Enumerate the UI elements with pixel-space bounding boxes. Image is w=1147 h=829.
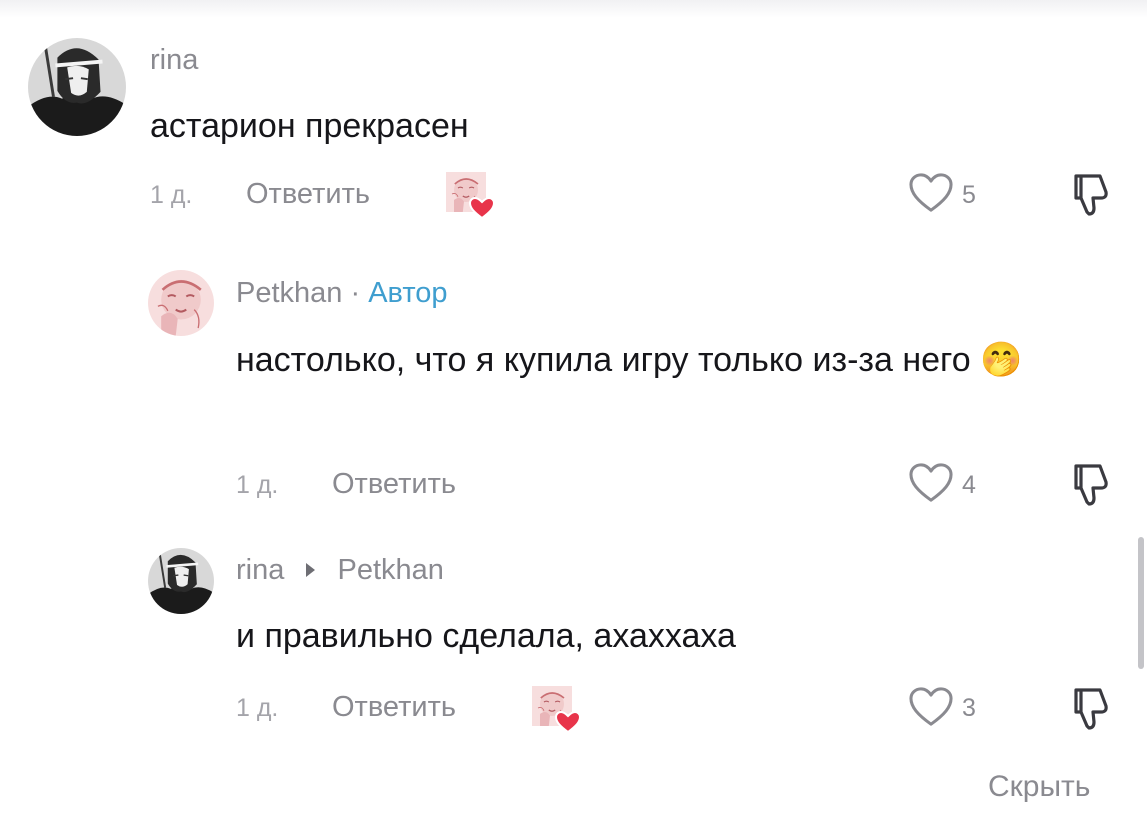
- hand-over-mouth-emoji-icon: 🤭: [980, 341, 1023, 379]
- creator-liked-badge: [530, 684, 582, 736]
- comment-text: астарион прекрасен: [150, 107, 469, 145]
- comment-time: 1 д.: [150, 181, 193, 209]
- creator-heart-icon: [532, 686, 582, 734]
- like-count: 4: [962, 471, 976, 499]
- comment-username[interactable]: rina: [150, 44, 198, 77]
- like-heart-icon[interactable]: [908, 686, 954, 728]
- dislike-icon[interactable]: [1070, 686, 1110, 732]
- dislike-icon[interactable]: [1070, 172, 1110, 218]
- comment-username[interactable]: Petkhan · Автор: [236, 277, 448, 310]
- author-badge: Автор: [368, 277, 448, 309]
- avatar-dark-anime-icon: [28, 38, 126, 136]
- comment-text: и правильно сделала, ахаххаха: [236, 617, 736, 655]
- username-text[interactable]: Petkhan: [236, 277, 342, 309]
- like-count: 3: [962, 694, 976, 722]
- comment-thread: rina астарион прекрасен 1 д. Ответить 5 …: [0, 0, 1147, 829]
- avatar[interactable]: [148, 270, 214, 336]
- like-heart-icon[interactable]: [908, 462, 954, 504]
- dislike-icon[interactable]: [1070, 462, 1110, 508]
- like-heart-icon[interactable]: [908, 172, 954, 214]
- comment-time: 1 д.: [236, 694, 279, 722]
- username-text[interactable]: rina: [236, 554, 284, 586]
- reply-button[interactable]: Ответить: [246, 178, 370, 211]
- avatar[interactable]: [148, 548, 214, 614]
- like-count: 5: [962, 181, 976, 209]
- reply-arrow-icon: [306, 563, 316, 578]
- separator-dot: ·: [350, 277, 361, 309]
- creator-heart-icon: [446, 172, 496, 220]
- reply-button[interactable]: Ответить: [332, 691, 456, 724]
- reply-to-username[interactable]: Petkhan: [337, 554, 443, 586]
- comment-text: настолько, что я купила игру только из-з…: [236, 332, 1076, 388]
- comment-username[interactable]: rina Petkhan: [236, 554, 444, 587]
- reply-button[interactable]: Ответить: [332, 468, 456, 501]
- avatar-pink-sketch-icon: [148, 270, 214, 336]
- comment-time: 1 д.: [236, 471, 279, 499]
- avatar[interactable]: [28, 38, 126, 136]
- comment-text-body: настолько, что я купила игру только из-з…: [236, 341, 971, 379]
- top-divider: [0, 0, 1147, 18]
- avatar-dark-anime-icon: [148, 548, 214, 614]
- scrollbar[interactable]: [1138, 537, 1144, 669]
- creator-liked-badge: [444, 170, 496, 222]
- hide-replies-button[interactable]: Скрыть: [988, 770, 1090, 804]
